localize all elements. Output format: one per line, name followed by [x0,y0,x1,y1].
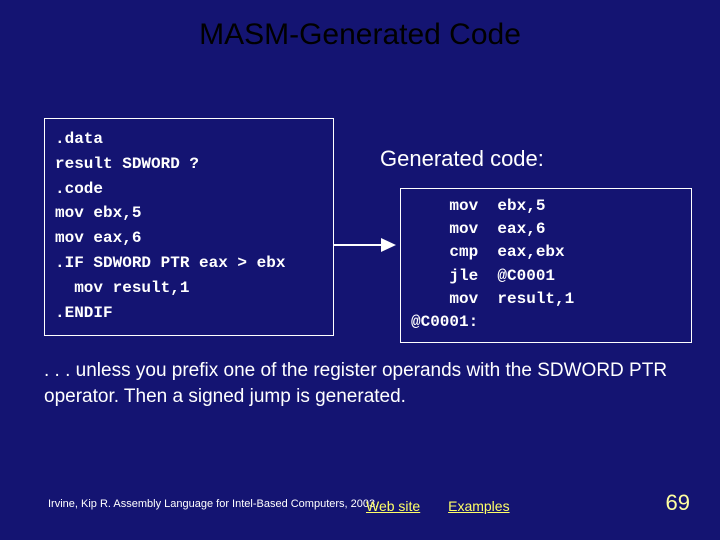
body-paragraph: . . . unless you prefix one of the regis… [44,358,674,409]
generated-code-box: mov ebx,5 mov eax,6 cmp eax,ebx jle @C00… [400,188,692,343]
website-link[interactable]: Web site [366,498,420,514]
footer-citation: Irvine, Kip R. Assembly Language for Int… [48,498,378,510]
slide: MASM-Generated Code .data result SDWORD … [0,0,720,540]
page-number: 69 [666,490,690,516]
arrow-right-icon [331,230,396,260]
generated-code-label: Generated code: [380,146,544,172]
footer-links: Web site Examples [366,498,534,514]
source-code-box: .data result SDWORD ? .code mov ebx,5 mo… [44,118,334,336]
slide-title: MASM-Generated Code [0,18,720,52]
examples-link[interactable]: Examples [448,498,509,514]
